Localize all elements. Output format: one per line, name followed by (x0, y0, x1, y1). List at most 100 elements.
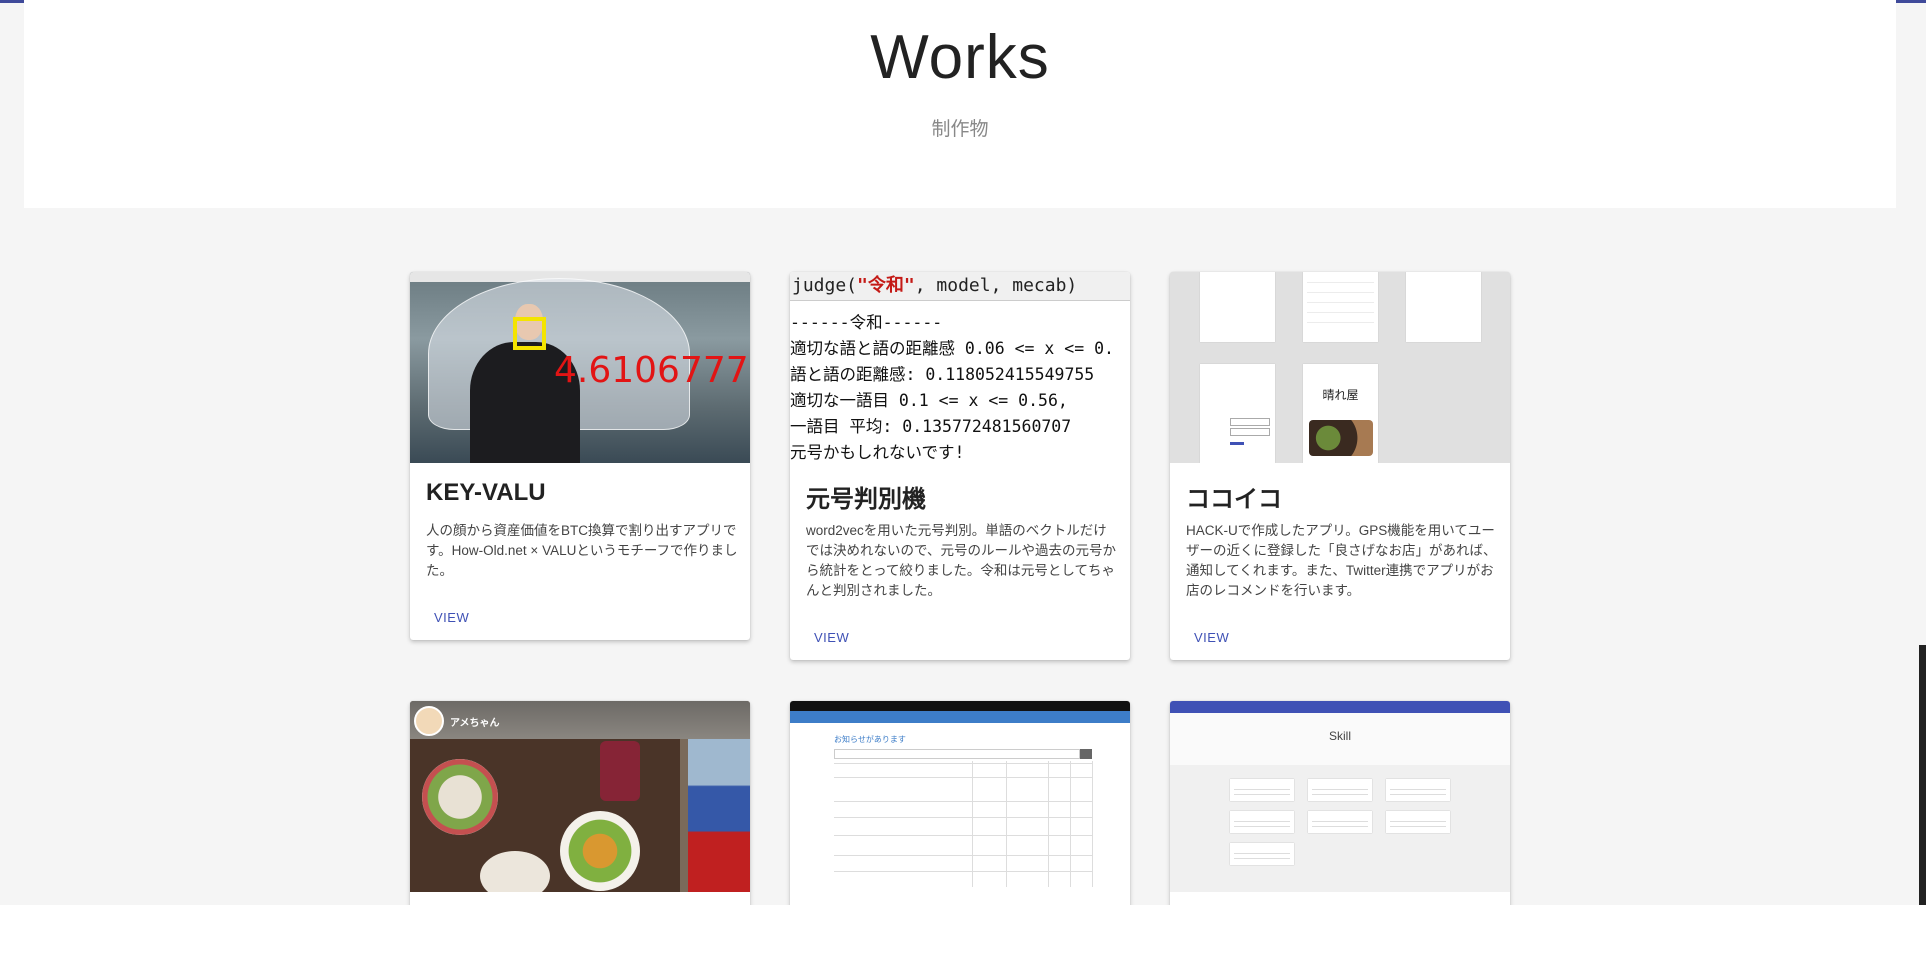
code-argument: "令和" (857, 275, 915, 296)
work-description: HACK-Uで作成したアプリ。GPS機能を用いてユーザーの近くに登録した「良さげ… (1186, 523, 1497, 598)
work-card-gengo: judge("令和", model, mecab) ------令和------… (790, 272, 1130, 660)
card-line (1234, 821, 1290, 822)
login-screen (1200, 364, 1275, 463)
work-description: 人の顔から資産価値をBTC換算で割り出すアプリです。How-Old.net × … (426, 523, 738, 578)
skill-heading: Skill (1328, 729, 1351, 743)
code-suffix: , model, mecab) (914, 275, 1078, 296)
work-card-ame-chan: アメちゃん (410, 701, 750, 921)
skill-card (1230, 779, 1294, 801)
work-thumbnail[interactable]: Skill (1170, 701, 1510, 892)
site-topbar (790, 701, 1130, 711)
table-col (1006, 761, 1007, 887)
login-button (1230, 442, 1244, 445)
work-card-portfolio: Skill (1170, 701, 1510, 921)
food-plate (560, 811, 640, 891)
view-button[interactable]: VIEW (434, 610, 469, 625)
work-title: 元号判別機 (806, 486, 926, 513)
output-line: 元号かもしれないです! (790, 443, 965, 462)
work-card-key-valu: 4.6106777 KEY-VALU 人の顔から資産価値をBTC換算で割り出すア… (410, 272, 750, 640)
work-title: KEY-VALU (426, 479, 546, 506)
skill-card (1308, 811, 1372, 833)
bottom-bar (0, 905, 1926, 953)
output-line: 適切な語と語の距離感 0.06 <= x <= 0. (790, 339, 1114, 358)
card-line (1234, 794, 1290, 795)
table-col (1070, 761, 1071, 887)
table-col (972, 761, 973, 887)
table-col (1092, 761, 1093, 887)
works-header: Works 制作物 (24, 0, 1896, 208)
code-input-line: judge("令和", model, mecab) (790, 272, 1130, 301)
skill-card (1308, 779, 1372, 801)
shop-name: 晴れ屋 (1322, 388, 1359, 402)
asset-score: 4.6106777 (554, 350, 749, 391)
app-screen (1406, 272, 1481, 342)
skill-card (1230, 843, 1294, 865)
screen-line (1307, 312, 1374, 313)
work-thumbnail[interactable]: お知らせがあります (790, 701, 1130, 892)
dish-photo (1309, 420, 1373, 456)
work-thumbnail[interactable]: 晴れ屋 (1170, 272, 1510, 463)
work-thumbnail[interactable]: アメちゃん (410, 701, 750, 892)
screen-line (1307, 302, 1374, 303)
card-line (1312, 794, 1368, 795)
card-line (1312, 826, 1368, 827)
app-screen (1303, 272, 1378, 342)
card-line (1234, 858, 1290, 859)
view-button[interactable]: VIEW (814, 630, 849, 645)
work-card-kokoiko: 晴れ屋 ココイコ HACK-Uで作成したアプリ。GPS機能を用いてユーザーの近く… (1170, 272, 1510, 660)
card-line (1390, 821, 1446, 822)
output-line: ------令和------ (790, 313, 943, 332)
login-field (1230, 418, 1270, 426)
site-nav (1170, 701, 1510, 713)
table-row (834, 871, 1092, 872)
page-background (790, 701, 1130, 892)
work-thumbnail[interactable]: judge("令和", model, mecab) ------令和------… (790, 272, 1130, 463)
output-line: 語と語の距離感: 0.118052415549755 (790, 365, 1095, 384)
work-description: word2vecを用いた元号判別。単語のベクトルだけでは決めれないので、元号のル… (806, 523, 1116, 598)
login-field (1230, 428, 1270, 436)
skill-card (1230, 811, 1294, 833)
table-row (834, 763, 1092, 764)
app-screen (1200, 272, 1275, 342)
card-line (1312, 789, 1368, 790)
card-line (1234, 789, 1290, 790)
user-name: アメちゃん (450, 718, 500, 729)
output-line: 一語目 平均: 0.135772481560707 (790, 417, 1072, 436)
search-input (834, 749, 1080, 759)
table-row (834, 817, 1092, 818)
table-row (834, 777, 1092, 778)
table-row (834, 801, 1092, 802)
code-prefix: judge( (792, 275, 858, 296)
table-row (834, 835, 1092, 836)
page-subtitle: 制作物 (931, 119, 989, 140)
output-line: 適切な一語目 0.1 <= x <= 0.56, (790, 391, 1068, 410)
screen-line (1307, 322, 1374, 323)
card-line (1390, 789, 1446, 790)
work-title: ココイコ (1186, 486, 1282, 513)
card-line (1234, 853, 1290, 854)
table-col (1048, 761, 1049, 887)
code-output: ------令和------ 適切な語と語の距離感 0.06 <= x <= 0… (790, 310, 1130, 463)
skill-card (1386, 779, 1450, 801)
work-card-notice-board: お知らせがあります (790, 701, 1130, 921)
street-photo (688, 739, 750, 892)
site-banner (790, 711, 1130, 723)
salad-plate (422, 759, 498, 835)
screen-line (1307, 282, 1374, 283)
card-line (1390, 826, 1446, 827)
notice-heading: お知らせがあります (834, 735, 906, 744)
search-button (1080, 749, 1092, 759)
work-thumbnail[interactable]: 4.6106777 (410, 272, 750, 463)
face-detection-box (513, 317, 546, 350)
shop-screen: 晴れ屋 (1303, 364, 1378, 463)
page-title: Works (870, 23, 1050, 92)
avatar (414, 706, 444, 736)
screen-line (1307, 292, 1374, 293)
skill-card (1386, 811, 1450, 833)
wine-glass (600, 741, 640, 801)
table-row (834, 855, 1092, 856)
card-line (1390, 794, 1446, 795)
card-line (1312, 821, 1368, 822)
scrollbar-thumb[interactable] (1919, 645, 1926, 905)
view-button[interactable]: VIEW (1194, 630, 1229, 645)
